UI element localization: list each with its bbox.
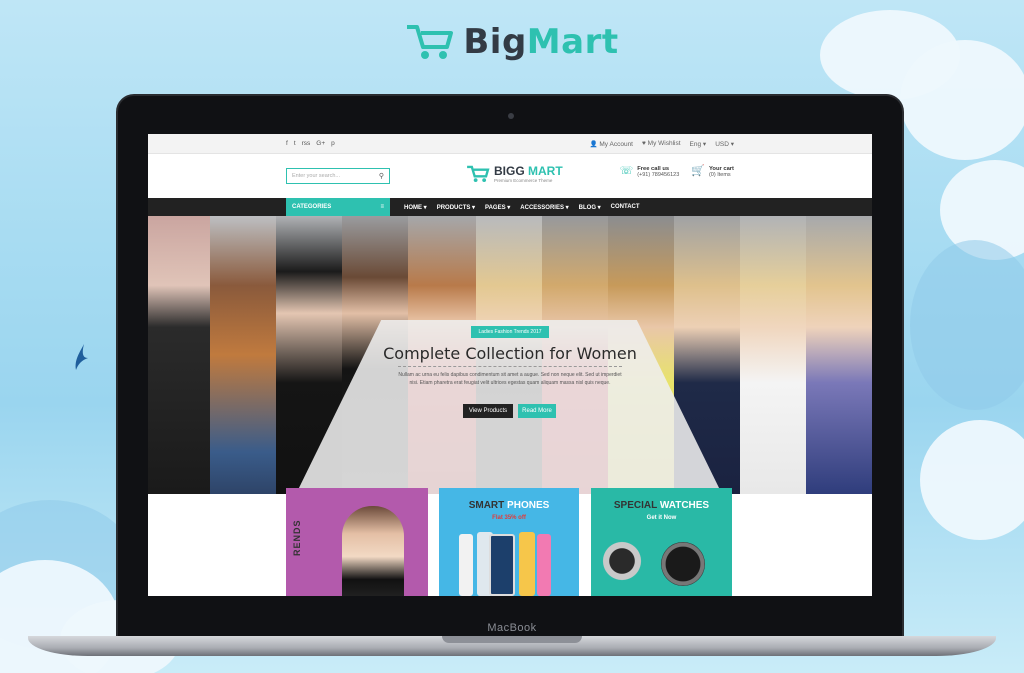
nav-item-accessories[interactable]: ACCESSORIES ▾ bbox=[520, 204, 568, 211]
language-select[interactable]: Eng ▾ bbox=[690, 140, 707, 148]
brand-name: BigMart bbox=[463, 22, 618, 62]
hero-title: Complete Collection for Women bbox=[383, 344, 637, 363]
smart-phones-title-a: SMART bbox=[468, 500, 505, 511]
hero-divider bbox=[398, 366, 622, 367]
call-number: (+91) 789456123 bbox=[637, 172, 680, 178]
cart-items: (0) Items bbox=[708, 172, 731, 178]
phone-image bbox=[489, 534, 515, 596]
currency-select[interactable]: USD ▾ bbox=[715, 140, 734, 148]
watch-image bbox=[601, 538, 643, 584]
social-links: f t rss G+ p bbox=[286, 140, 335, 147]
account-link[interactable]: 👤 My Account bbox=[589, 140, 633, 148]
smart-phones-title-b: PHONES bbox=[507, 500, 550, 511]
categories-label: CATEGORIES bbox=[292, 204, 332, 210]
logo-title: BIGG MART bbox=[494, 164, 563, 178]
call-block[interactable]: ☏ Free call us (+91) 789456123 bbox=[619, 165, 680, 179]
hero-badge: Ladies Fashion Trends 2017 bbox=[471, 326, 549, 338]
special-watches-subtitle: Get it Now bbox=[646, 515, 677, 521]
camera bbox=[508, 113, 514, 119]
account-label: My Account bbox=[599, 140, 633, 148]
smart-phones-banner[interactable]: SMART PHONES Flat 35% off bbox=[439, 488, 579, 596]
nav-item-products[interactable]: PRODUCTS ▾ bbox=[437, 204, 475, 211]
site-header: Enter your search... ⚲ BIGG MART Premium… bbox=[148, 154, 872, 198]
special-watches-title: SPECIAL WATCHES bbox=[591, 500, 732, 511]
hero-description: Nullam ac urna eu felis dapibus condimen… bbox=[398, 372, 622, 386]
logo-title-part2: MART bbox=[528, 164, 563, 178]
main-nav: CATEGORIES ≡ HOME ▾ PRODUCTS ▾ PAGES ▾ A… bbox=[148, 198, 872, 216]
logo-cart-icon bbox=[467, 165, 490, 182]
promo-banners: RENDS SMART PHONES Flat 35% off SPECIAL … bbox=[286, 488, 734, 596]
smart-phones-title: SMART PHONES bbox=[439, 500, 579, 511]
site-logo[interactable]: BIGG MART Premium Ecommerce Theme bbox=[466, 164, 563, 183]
model-photo bbox=[342, 506, 404, 596]
phone-image bbox=[537, 534, 551, 596]
wishlist-link[interactable]: ♥ My Wishlist bbox=[642, 140, 681, 147]
read-more-button[interactable]: Read More bbox=[518, 404, 556, 418]
watch-image bbox=[661, 542, 705, 586]
nav-item-blog[interactable]: BLOG ▾ bbox=[579, 204, 601, 211]
language-value: Eng bbox=[689, 140, 702, 148]
logo-title-part1: BIGG bbox=[494, 164, 525, 178]
currency-value: USD bbox=[715, 140, 729, 148]
brand-header: BigMart bbox=[0, 22, 1024, 62]
header-contact: ☏ Free call us (+91) 789456123 🛒 Your car… bbox=[619, 165, 734, 179]
googleplus-icon[interactable]: G+ bbox=[316, 140, 325, 147]
special-watches-banner[interactable]: SPECIAL WATCHES Get it Now bbox=[591, 488, 732, 596]
cloud bbox=[920, 420, 1024, 540]
hamburger-icon: ≡ bbox=[380, 204, 384, 210]
nav-item-home[interactable]: HOME ▾ bbox=[404, 204, 427, 211]
search-input[interactable]: Enter your search... ⚲ bbox=[286, 168, 390, 184]
phone-icon: ☏ bbox=[619, 165, 634, 177]
laptop-notch bbox=[442, 636, 582, 643]
wishlist-label: My Wishlist bbox=[647, 140, 681, 147]
search-icon[interactable]: ⚲ bbox=[379, 172, 384, 180]
search-placeholder: Enter your search... bbox=[292, 173, 340, 179]
cart-logo-icon bbox=[407, 25, 454, 59]
phone-image bbox=[519, 532, 535, 596]
website-screen: f t rss G+ p 👤 My Account ♥ My Wishlist … bbox=[148, 134, 872, 596]
view-products-button[interactable]: View Products bbox=[463, 404, 513, 418]
brand-name-part1: Big bbox=[463, 22, 527, 62]
special-watches-title-a: SPECIAL bbox=[613, 500, 658, 511]
phone-image bbox=[459, 534, 473, 596]
topbar-right: 👤 My Account ♥ My Wishlist Eng ▾ USD ▾ bbox=[589, 140, 734, 148]
topbar: f t rss G+ p 👤 My Account ♥ My Wishlist … bbox=[148, 134, 872, 154]
rss-icon[interactable]: rss bbox=[302, 140, 311, 147]
nav-menu: HOME ▾ PRODUCTS ▾ PAGES ▾ ACCESSORIES ▾ … bbox=[404, 204, 640, 211]
cart-icon: 🛒 bbox=[691, 165, 705, 177]
pinterest-icon[interactable]: p bbox=[331, 140, 335, 147]
twitter-icon[interactable]: t bbox=[294, 140, 296, 147]
bird-icon bbox=[75, 344, 88, 370]
cloud bbox=[910, 240, 1024, 410]
fashion-trends-banner[interactable]: RENDS bbox=[286, 488, 428, 596]
nav-item-pages[interactable]: PAGES ▾ bbox=[485, 204, 510, 211]
cart-block[interactable]: 🛒 Your cart (0) Items bbox=[691, 165, 734, 179]
hero-slider: Ladies Fashion Trends 2017 Complete Coll… bbox=[148, 216, 872, 494]
categories-button[interactable]: CATEGORIES ≡ bbox=[286, 198, 390, 216]
special-watches-title-b: WATCHES bbox=[659, 500, 710, 511]
logo-subtitle: Premium Ecommerce Theme bbox=[494, 178, 553, 183]
logo-text: BIGG MART Premium Ecommerce Theme bbox=[494, 164, 563, 183]
facebook-icon[interactable]: f bbox=[286, 140, 288, 147]
nav-item-contact[interactable]: CONTACT bbox=[611, 204, 640, 211]
trends-label: RENDS bbox=[292, 519, 302, 556]
macbook-label: MacBook bbox=[487, 622, 537, 634]
smart-phones-subtitle: Flat 35% off bbox=[492, 515, 526, 521]
brand-name-part2: Mart bbox=[526, 22, 619, 62]
